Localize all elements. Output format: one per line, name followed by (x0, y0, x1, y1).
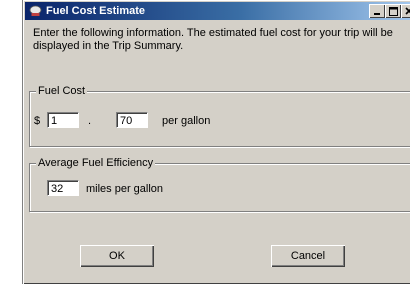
maximize-icon[interactable] (385, 4, 401, 18)
per-gallon-label: per gallon (162, 115, 211, 127)
intro-text: Enter the following information. The est… (33, 27, 393, 52)
fuel-cost-dialog: Fuel Cost Estimate Enter the following i… (22, 0, 410, 284)
window-title: Fuel Cost Estimate (46, 5, 146, 17)
window-controls (369, 4, 410, 18)
fuel-cost-cents-input[interactable]: 70 (116, 112, 148, 128)
title-bar[interactable]: Fuel Cost Estimate (25, 2, 410, 20)
ok-button[interactable]: OK (80, 245, 154, 267)
app-icon (28, 4, 42, 18)
minimize-icon[interactable] (369, 4, 385, 18)
fuel-efficiency-legend: Average Fuel Efficiency (36, 156, 156, 170)
decimal-separator: . (88, 115, 92, 127)
close-icon[interactable] (401, 4, 410, 18)
mpg-input[interactable]: 32 (47, 180, 79, 196)
cancel-button[interactable]: Cancel (271, 245, 345, 267)
mpg-label: miles per gallon (86, 183, 164, 195)
fuel-cost-legend: Fuel Cost (36, 84, 88, 98)
currency-symbol: $ (34, 115, 41, 127)
fuel-cost-dollars-input[interactable]: 1 (47, 112, 79, 128)
fuel-efficiency-group: Average Fuel Efficiency 32 miles per gal… (29, 156, 410, 212)
fuel-cost-group: Fuel Cost $ 1 . 70 per gallon (29, 84, 410, 147)
